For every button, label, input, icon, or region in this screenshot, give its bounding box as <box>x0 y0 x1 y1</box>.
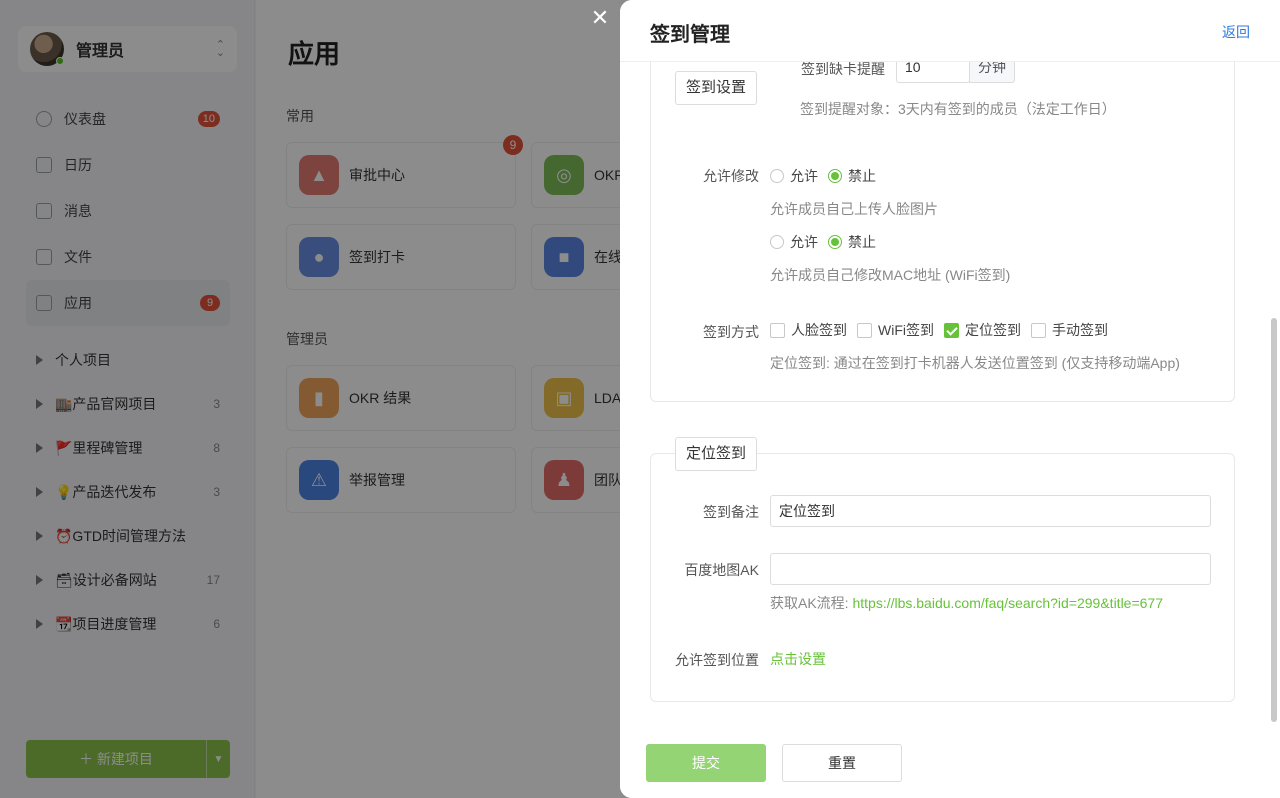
remind-minutes-input[interactable]: 10 <box>896 62 970 83</box>
drawer-title: 签到管理 <box>650 24 730 46</box>
method-checkbox-group: 人脸签到 WiFi签到 定位签到 手动签到 <box>770 320 1118 340</box>
face-checkbox[interactable] <box>770 322 785 338</box>
method-label: 签到方式 <box>703 324 759 340</box>
ak-doc-link[interactable]: https://lbs.baidu.com/faq/search?id=299&… <box>852 595 1163 611</box>
manual-checkbox[interactable] <box>1031 322 1046 338</box>
face-radio-group: 允许 禁止 <box>770 166 886 186</box>
reset-button[interactable]: 重置 <box>782 744 902 782</box>
ak-hint-prefix: 获取AK流程: <box>770 595 853 611</box>
mac-forbid-radio[interactable] <box>828 235 842 249</box>
mac-allow-radio[interactable] <box>770 235 784 249</box>
radio-label: 禁止 <box>848 234 876 250</box>
settings-fieldset: 签到设置 签到缺卡提醒 10 分钟 签到提醒对象：3天内有签到的成员（法定工作日… <box>650 62 1235 402</box>
location-fieldset: 定位签到 签到备注 定位签到 百度地图AK 获取AK流程: https://lb… <box>650 437 1235 702</box>
note-input[interactable]: 定位签到 <box>770 495 1211 527</box>
note-label: 签到备注 <box>703 504 759 520</box>
remind-unit: 分钟 <box>969 62 1015 83</box>
radio-label: 允许 <box>790 168 818 184</box>
checkbox-label: WiFi签到 <box>878 322 934 338</box>
ak-label: 百度地图AK <box>684 562 759 578</box>
drawer-footer: 提交 重置 <box>620 726 1280 798</box>
face-allow-radio[interactable] <box>770 169 784 183</box>
ak-input[interactable] <box>770 553 1211 585</box>
ak-hint: 获取AK流程: https://lbs.baidu.com/faq/search… <box>770 593 1163 613</box>
drawer-body: 签到设置 签到缺卡提醒 10 分钟 签到提醒对象：3天内有签到的成员（法定工作日… <box>620 62 1280 726</box>
checkin-drawer: 签到管理 返回 签到设置 签到缺卡提醒 10 分钟 签到提醒对象：3天内有签到的… <box>620 0 1280 798</box>
location-legend: 定位签到 <box>675 437 758 471</box>
drawer-scrollbar[interactable] <box>1271 318 1277 722</box>
checkbox-label: 人脸签到 <box>791 322 847 338</box>
mac-hint: 允许成员自己修改MAC地址 (WiFi签到) <box>770 267 1011 283</box>
close-icon[interactable]: ✕ <box>590 6 610 30</box>
location-checkbox[interactable] <box>944 322 959 338</box>
position-label: 允许签到位置 <box>675 652 759 668</box>
back-link[interactable]: 返回 <box>1222 22 1250 42</box>
submit-button[interactable]: 提交 <box>646 744 766 782</box>
face-hint: 允许成员自己上传人脸图片 <box>770 201 938 217</box>
radio-label: 允许 <box>790 234 818 250</box>
radio-label: 禁止 <box>848 168 876 184</box>
checkbox-label: 手动签到 <box>1052 322 1108 338</box>
drawer-header: 签到管理 返回 <box>620 0 1280 62</box>
set-position-link[interactable]: 点击设置 <box>770 649 826 669</box>
checkbox-label: 定位签到 <box>965 322 1021 338</box>
remind-target-hint: 签到提醒对象：3天内有签到的成员（法定工作日） <box>800 101 1116 117</box>
face-forbid-radio[interactable] <box>828 169 842 183</box>
allow-edit-label: 允许修改 <box>703 168 759 184</box>
remind-label: 签到缺卡提醒 <box>801 62 885 77</box>
method-hint: 定位签到: 通过在签到打卡机器人发送位置签到 (仅支持移动端App) <box>770 355 1180 371</box>
mac-radio-group: 允许 禁止 <box>770 232 886 252</box>
wifi-checkbox[interactable] <box>857 322 872 338</box>
